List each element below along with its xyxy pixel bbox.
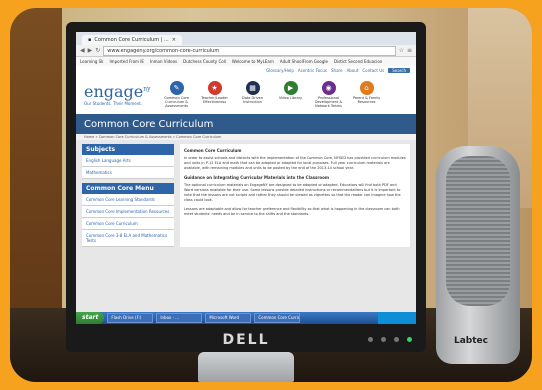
nav-label: Professional Development & Network Teams — [314, 95, 343, 108]
article-heading: Common Core Curriculum — [184, 148, 242, 153]
forward-icon[interactable]: ▶ — [88, 47, 93, 54]
top-link[interactable]: Glossary/Help — [266, 68, 294, 73]
taskbar-item[interactable]: Microsoft Word — [205, 313, 252, 323]
power-led-icon[interactable] — [407, 337, 412, 342]
browser-tabbar: ▪ Common Core Curriculum | ... × — [76, 32, 416, 45]
page-title: Common Core Curriculum — [76, 116, 416, 134]
bookmark-item[interactable]: Welcome to MyLEarn — [232, 59, 274, 64]
bookmark-item[interactable]: Imported From IE — [110, 59, 144, 64]
site-top-links: Glossary/Help Acentric Focus Share About… — [76, 66, 416, 74]
sidebar-menu-item[interactable]: Common Core Implementation Resources — [82, 206, 174, 218]
nav-item-parents[interactable]: ⌂ Parent & Family Resources — [351, 80, 383, 108]
bookmark-item[interactable]: Distict Second Eduacion — [334, 59, 382, 64]
taskbar-item[interactable]: Inbox - ... — [156, 313, 203, 323]
sidebar-heading-subjects: Subjects — [82, 144, 174, 155]
monitor-button[interactable] — [368, 337, 373, 342]
sidebar-menu-item[interactable]: Common Core Curriculum — [82, 218, 174, 230]
nav-label: Teacher/Leader Effectiveness — [201, 95, 228, 104]
chart-icon: ▦ — [245, 80, 260, 95]
nav-item-video[interactable]: ▶ Video Library — [275, 80, 307, 108]
address-bar-row: ◀ ▶ ↻ www.engageny.org/common-core-curri… — [76, 45, 416, 57]
article-subheading: Guidance on Integrating Curricular Mater… — [184, 175, 330, 180]
main-article: Common Core Curriculum In order to assis… — [180, 144, 410, 247]
article-paragraph: Lessons are adaptable and allow for teac… — [184, 207, 400, 216]
article-paragraph: In order to assist schools and districts… — [184, 156, 406, 170]
search-button[interactable]: Search — [388, 67, 410, 73]
nav-item-pd[interactable]: ◉ Professional Development & Network Tea… — [313, 80, 345, 108]
sidebar-item-math[interactable]: Mathematics — [82, 167, 174, 179]
start-button[interactable]: start — [76, 312, 105, 324]
bookmark-item[interactable]: Inman Videos — [150, 59, 177, 64]
main-nav: ✎ Common Core Curriculum & Assessments ★… — [161, 80, 383, 108]
site-logo[interactable]: engageny Our Students. Their Moment. — [84, 82, 151, 106]
monitor: ▪ Common Core Curriculum | ... × ◀ ▶ ↻ w… — [66, 22, 426, 352]
windows-taskbar: start Flash Drive (F:) Inbox - ... Micro… — [76, 312, 416, 324]
tab-title: Common Core Curriculum | ... — [94, 37, 169, 43]
site-header: engageny Our Students. Their Moment. ✎ C… — [76, 74, 416, 116]
sidebar: Subjects English Language Arts Mathemati… — [82, 144, 174, 247]
system-tray[interactable] — [378, 312, 416, 324]
top-link[interactable]: Acentric Focus — [298, 68, 327, 73]
monitor-button[interactable] — [394, 337, 399, 342]
tab-close-icon[interactable]: × — [172, 35, 176, 45]
browser-tab[interactable]: ▪ Common Core Curriculum | ... × — [82, 35, 182, 45]
logo-tagline: Our Students. Their Moment. — [84, 101, 143, 106]
nav-item-curriculum[interactable]: ✎ Common Core Curriculum & Assessments — [161, 80, 193, 108]
photo-frame: Labtec ▪ Common Core Curriculum | ... × … — [10, 8, 532, 382]
home-icon: ⌂ — [359, 80, 374, 95]
sidebar-menu-item[interactable]: Common Core Learning Standards — [82, 194, 174, 206]
logo-sup: ny — [143, 85, 151, 93]
network-icon: ◉ — [321, 80, 336, 95]
top-link[interactable]: Share — [331, 68, 343, 73]
taskbar-item[interactable]: Flash Drive (F:) — [107, 313, 154, 323]
sidebar-heading-menu: Common Core Menu — [82, 183, 174, 194]
star-icon[interactable]: ☆ — [399, 47, 404, 54]
play-icon: ▶ — [283, 80, 298, 95]
top-link[interactable]: Contact Us — [362, 68, 384, 73]
star-icon: ★ — [207, 80, 222, 95]
nav-item-effectiveness[interactable]: ★ Teacher/Leader Effectiveness — [199, 80, 231, 108]
speaker: Labtec — [436, 146, 520, 364]
content-area: Subjects English Language Arts Mathemati… — [76, 140, 416, 251]
nav-label: Parent & Family Resources — [352, 95, 381, 104]
back-icon[interactable]: ◀ — [80, 47, 85, 54]
bookmark-item[interactable]: Adult ShoolFrom Google — [280, 59, 328, 64]
sidebar-item-ela[interactable]: English Language Arts — [82, 155, 174, 167]
taskbar-item[interactable]: Common Core Curric... — [254, 313, 301, 323]
bookmark-item[interactable]: Dutchess County Coll — [183, 59, 226, 64]
speaker-grill — [446, 156, 510, 306]
pencil-icon: ✎ — [169, 80, 184, 95]
top-link[interactable]: About — [347, 68, 359, 73]
tab-favicon-icon: ▪ — [88, 37, 92, 43]
monitor-button[interactable] — [381, 337, 386, 342]
nav-label: Video Library — [278, 95, 303, 100]
logo-text: engage — [84, 82, 144, 101]
monitor-screen: ▪ Common Core Curriculum | ... × ◀ ▶ ↻ w… — [76, 32, 416, 324]
nav-label: Common Core Curriculum & Assessments — [164, 95, 190, 108]
monitor-buttons — [368, 337, 412, 342]
speaker-logo: Labtec — [454, 336, 488, 346]
menu-icon[interactable]: ≡ — [407, 47, 412, 54]
sidebar-menu-item[interactable]: Common Core 3-8 ELA and Mathematics Test… — [82, 230, 174, 247]
reload-icon[interactable]: ↻ — [95, 47, 100, 54]
bookmark-item[interactable]: Learning Sk — [80, 59, 104, 64]
nav-label: Data Driven Instruction — [242, 95, 264, 104]
article-paragraph: The optional curriculum materials on Eng… — [184, 183, 401, 202]
url-field[interactable]: www.engageny.org/common-core-curriculum — [103, 45, 396, 56]
nav-item-data[interactable]: ▦ Data Driven Instruction — [237, 80, 269, 108]
monitor-stand — [198, 352, 294, 382]
web-page: Glossary/Help Acentric Focus Share About… — [76, 66, 416, 312]
